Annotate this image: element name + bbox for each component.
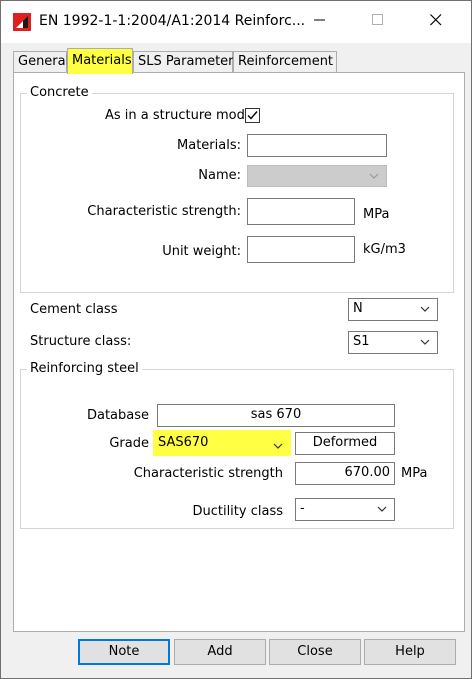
close-button[interactable]: Close xyxy=(269,639,361,665)
concrete-char-strength-label: Characteristic strength: xyxy=(87,204,241,219)
steel-char-strength-unit: MPa xyxy=(401,466,428,481)
cement-class-label: Cement class xyxy=(30,302,118,317)
tab-general[interactable]: General xyxy=(13,51,69,73)
concrete-group-title: Concrete xyxy=(27,85,92,101)
window-title: EN 1992-1-1:2004/A1:2014 Reinforc... xyxy=(39,13,306,29)
red-flag-icon xyxy=(13,13,31,31)
tab-materials[interactable]: Materials xyxy=(67,48,133,74)
unit-weight-unit: kG/m3 xyxy=(363,242,406,257)
ductility-class-select[interactable]: - xyxy=(295,498,395,521)
checkmark-icon xyxy=(247,111,258,120)
chevron-down-icon xyxy=(368,169,380,181)
concrete-char-strength-unit: MPa xyxy=(363,207,390,222)
minimize-icon xyxy=(314,14,326,30)
structure-model-label: As in a structure model xyxy=(105,108,257,123)
note-button[interactable]: Note xyxy=(78,639,170,665)
structure-class-select[interactable]: S1 xyxy=(348,331,438,354)
cement-class-value: N xyxy=(353,301,363,316)
steel-char-strength-label: Characteristic strength xyxy=(133,466,283,481)
ductility-class-label: Ductility class xyxy=(192,504,283,519)
reinforcing-steel-group-title: Reinforcing steel xyxy=(27,361,142,377)
close-window-button[interactable] xyxy=(407,1,465,43)
chevron-down-icon xyxy=(272,437,284,449)
maximize-icon xyxy=(372,14,384,30)
chevron-down-icon xyxy=(419,335,431,347)
materials-input[interactable] xyxy=(247,134,387,157)
database-input[interactable]: sas 670 xyxy=(157,404,395,427)
grade-value: SAS670 xyxy=(158,435,209,450)
concrete-group: Concrete As in a structure model Materia… xyxy=(20,85,454,293)
grade-label: Grade xyxy=(109,436,149,451)
title-bar[interactable]: EN 1992-1-1:2004/A1:2014 Reinforc... xyxy=(1,1,471,43)
structure-class-value: S1 xyxy=(353,334,370,349)
close-icon xyxy=(430,14,442,30)
database-label: Database xyxy=(86,408,149,423)
structure-model-checkbox[interactable] xyxy=(245,108,260,123)
dialog-window: EN 1992-1-1:2004/A1:2014 Reinforc... Gen… xyxy=(0,0,472,679)
ductility-class-value: - xyxy=(300,501,305,516)
tab-reinforcement[interactable]: Reinforcement xyxy=(233,51,337,73)
materials-panel: Concrete As in a structure model Materia… xyxy=(13,72,465,632)
concrete-char-strength-input[interactable] xyxy=(247,198,355,225)
maximize-button[interactable] xyxy=(349,1,407,43)
cement-class-select[interactable]: N xyxy=(348,298,438,321)
chevron-down-icon xyxy=(419,302,431,314)
name-label: Name: xyxy=(198,168,241,183)
name-select[interactable] xyxy=(247,165,387,187)
reinforcing-steel-group: Reinforcing steel Database sas 670 Grade… xyxy=(20,361,454,529)
deformed-field: Deformed xyxy=(295,432,395,455)
help-button[interactable]: Help xyxy=(364,639,456,665)
add-button[interactable]: Add xyxy=(174,639,266,665)
structure-class-label: Structure class: xyxy=(30,334,132,349)
materials-label: Materials: xyxy=(177,138,241,153)
minimize-button[interactable] xyxy=(291,1,349,43)
steel-char-strength-input[interactable]: 670.00 xyxy=(295,462,395,485)
grade-select[interactable]: SAS670 xyxy=(153,430,291,456)
chevron-down-icon xyxy=(376,502,388,514)
unit-weight-input[interactable] xyxy=(247,236,355,263)
unit-weight-label: Unit weight: xyxy=(162,244,241,259)
tab-sls-parameters[interactable]: SLS Parameters xyxy=(133,51,240,73)
